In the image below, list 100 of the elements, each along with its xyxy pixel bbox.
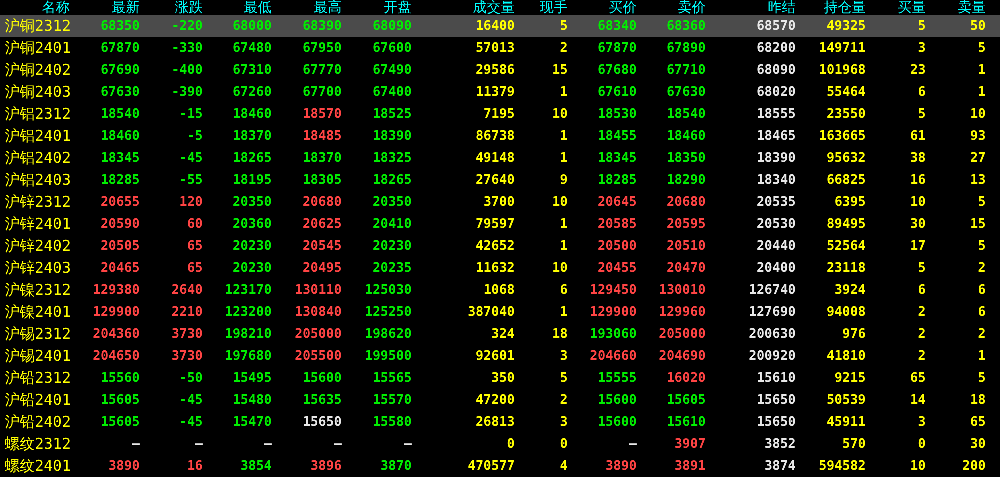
- table-cell-text: 23550: [826, 108, 866, 120]
- quote-row[interactable]: 沪铝2402 18345 -45 18265 18370 18325 49148 1 18345 18350 18390 95632 38 27: [0, 147, 1000, 169]
- table-cell-text: 101968: [818, 64, 866, 76]
- quote-row[interactable]: 沪锌2403 20465 65 20230 20495 20235 11632 10 20455 20470 20400 23118 5 2: [0, 257, 1000, 279]
- quote-row[interactable]: 沪镍2312 129380 2640 123170 130110 125030 1068 6 129450 130010 126740 3924 6 6: [0, 279, 1000, 301]
- quote-row[interactable]: 螺纹2401 3890 16 3854 3896 3870 470577 4 3890 3891 3874 594582 10 200: [0, 455, 1000, 477]
- table-cell-text: 197680: [224, 350, 272, 362]
- table-cell-text: 20680: [302, 196, 342, 208]
- table-cell-text: 127690: [748, 306, 796, 318]
- column-header[interactable]: 卖量: [926, 0, 986, 14]
- table-cell-text: 387040: [467, 306, 515, 318]
- table-cell-text: 68390: [302, 20, 342, 32]
- quote-row[interactable]: 沪铅2402 15605 -45 15470 15650 15580 26813 3 15600 15610 15650 45911 3 65: [0, 411, 1000, 433]
- table-cell-text: 5: [559, 20, 568, 32]
- quote-row[interactable]: 沪锌2402 20505 65 20230 20545 20230 42652 1 20500 20510 20440 52564 17 5: [0, 235, 1000, 257]
- quote-row[interactable]: 沪铜2402 67690 -400 67310 67770 67490 29586 15 67680 67710 68090 101968 23 1: [0, 59, 1000, 81]
- table-cell-text: 18570: [302, 108, 342, 120]
- contract-name: 沪铜2312: [4, 18, 72, 34]
- table-cell-text: 1: [559, 130, 568, 142]
- column-header[interactable]: 开盘: [342, 0, 412, 14]
- table-cell-text: 68090: [372, 20, 412, 32]
- table-cell-text: 20455: [596, 262, 637, 274]
- table-cell-text: 18455: [596, 130, 637, 142]
- table-cell-text: 67630: [666, 86, 706, 98]
- table-cell-text: 20510: [666, 240, 706, 252]
- table-cell-text: 2: [977, 262, 986, 274]
- table-cell-text: 20410: [372, 218, 412, 230]
- table-cell-text: 198210: [224, 328, 272, 340]
- table-cell-text: 5: [977, 372, 986, 384]
- column-header[interactable]: 卖价: [637, 0, 706, 14]
- table-cell-text: 3: [559, 416, 568, 428]
- table-cell-text: 324: [490, 328, 515, 340]
- table-cell-text: 126740: [748, 284, 796, 296]
- table-cell-text: 92601: [474, 350, 515, 362]
- quote-row[interactable]: 沪铜2312 68350 -220 68000 68390 68090 16400 5 68340 68360 68570 49325 5 50: [0, 15, 1000, 37]
- quote-row[interactable]: 沪铅2312 15560 -50 15495 15600 15565 350 5 15555 16020 15610 9215 65 5: [0, 367, 1000, 389]
- table-cell-text: 67600: [372, 42, 412, 54]
- table-cell-text: 200: [962, 460, 986, 472]
- table-cell-text: 130010: [658, 284, 706, 296]
- table-cell-text: 20545: [302, 240, 342, 252]
- table-cell-text: -330: [170, 42, 203, 54]
- table-cell-text: 10: [551, 262, 568, 274]
- table-cell-text: 68020: [756, 86, 796, 98]
- table-cell-text: 18265: [372, 174, 412, 186]
- column-header[interactable]: 涨跌: [140, 0, 203, 14]
- table-cell-text: 204690: [658, 350, 706, 362]
- quote-row[interactable]: 沪镍2401 129900 2210 123200 130840 125250 387040 1 129900 129960 127690 94008 2 6: [0, 301, 1000, 323]
- table-cell-text: 18345: [100, 152, 140, 164]
- quote-row[interactable]: 沪铝2312 18540 -15 18460 18570 18525 7195 10 18530 18540 18555 23550 5 10: [0, 103, 1000, 125]
- table-cell-text: 129450: [589, 284, 637, 296]
- table-cell-text: 67870: [100, 42, 140, 54]
- column-header[interactable]: 最新: [75, 0, 140, 14]
- column-header[interactable]: 最低: [203, 0, 272, 14]
- quote-row[interactable]: 沪铝2401 18460 -5 18370 18485 18390 86738 1 18455 18460 18465 163665 61 93: [0, 125, 1000, 147]
- table-cell-text: 49325: [826, 20, 866, 32]
- quote-row[interactable]: 沪铜2403 67630 -390 67260 67700 67400 11379 1 67610 67630 68020 55464 6 1: [0, 81, 1000, 103]
- table-cell-text: 6: [917, 284, 926, 296]
- column-header[interactable]: 持仓量: [796, 0, 866, 14]
- table-cell-text: 89495: [826, 218, 866, 230]
- quote-row[interactable]: 沪锡2312 204360 3730 198210 205000 198620 324 18 193060 205000 200630 976 2 2: [0, 323, 1000, 345]
- table-cell-text: 38: [909, 152, 926, 164]
- table-cell-text: 1: [559, 86, 568, 98]
- quote-row[interactable]: 沪铅2401 15605 -45 15480 15635 15570 47200 2 15600 15605 15650 50539 14 18: [0, 389, 1000, 411]
- table-cell-text: 67400: [372, 86, 412, 98]
- table-cell-text: 18390: [372, 130, 412, 142]
- table-cell-text: 60: [186, 218, 203, 230]
- table-cell-text: 15580: [372, 416, 412, 428]
- table-cell-text: —: [628, 438, 637, 450]
- table-cell-text: 41810: [826, 350, 866, 362]
- table-cell-text: 18285: [100, 174, 140, 186]
- table-cell-text: 129900: [589, 306, 637, 318]
- column-header[interactable]: 昨结: [706, 0, 796, 14]
- table-cell-text: 10: [909, 460, 926, 472]
- table-cell-text: 20645: [596, 196, 637, 208]
- table-cell-text: -45: [178, 394, 203, 406]
- table-cell-text: 47200: [474, 394, 515, 406]
- table-cell-text: 3870: [380, 460, 412, 472]
- table-cell-text: 4: [559, 460, 568, 472]
- table-cell-text: 49148: [474, 152, 515, 164]
- table-cell-text: 20230: [372, 240, 412, 252]
- column-header[interactable]: 名称: [0, 0, 75, 14]
- table-cell-text: 68360: [666, 20, 706, 32]
- table-cell-text: -15: [178, 108, 203, 120]
- column-header[interactable]: 买价: [568, 0, 637, 14]
- contract-name: 沪铅2312: [4, 370, 72, 386]
- quote-row[interactable]: 螺纹2312 — — — — — 0 0 — 3907 3852 570 0 30: [0, 433, 1000, 455]
- column-header[interactable]: 现手: [515, 0, 568, 14]
- quote-row[interactable]: 沪锌2401 20590 60 20360 20625 20410 79597 1 20585 20595 20530 89495 30 15: [0, 213, 1000, 235]
- table-cell-text: 3: [917, 42, 926, 54]
- table-cell-text: 2: [917, 306, 926, 318]
- table-cell-text: 199500: [364, 350, 412, 362]
- table-cell-text: 3924: [834, 284, 866, 296]
- quote-row[interactable]: 沪锡2401 204650 3730 197680 205500 199500 92601 3 204660 204690 200920 41810 2 1: [0, 345, 1000, 367]
- table-cell-text: 68570: [756, 20, 796, 32]
- quote-row[interactable]: 沪锌2312 20655 120 20350 20680 20350 3700 10 20645 20680 20535 6395 10 5: [0, 191, 1000, 213]
- table-cell-text: 18350: [666, 152, 706, 164]
- quote-row[interactable]: 沪铝2403 18285 -55 18195 18305 18265 27640 9 18285 18290 18340 66825 16 13: [0, 169, 1000, 191]
- quote-row[interactable]: 沪铜2401 67870 -330 67480 67950 67600 57013 2 67870 67890 68200 149711 3 5: [0, 37, 1000, 59]
- table-cell-text: 18: [551, 328, 568, 340]
- column-header[interactable]: 买量: [866, 0, 926, 14]
